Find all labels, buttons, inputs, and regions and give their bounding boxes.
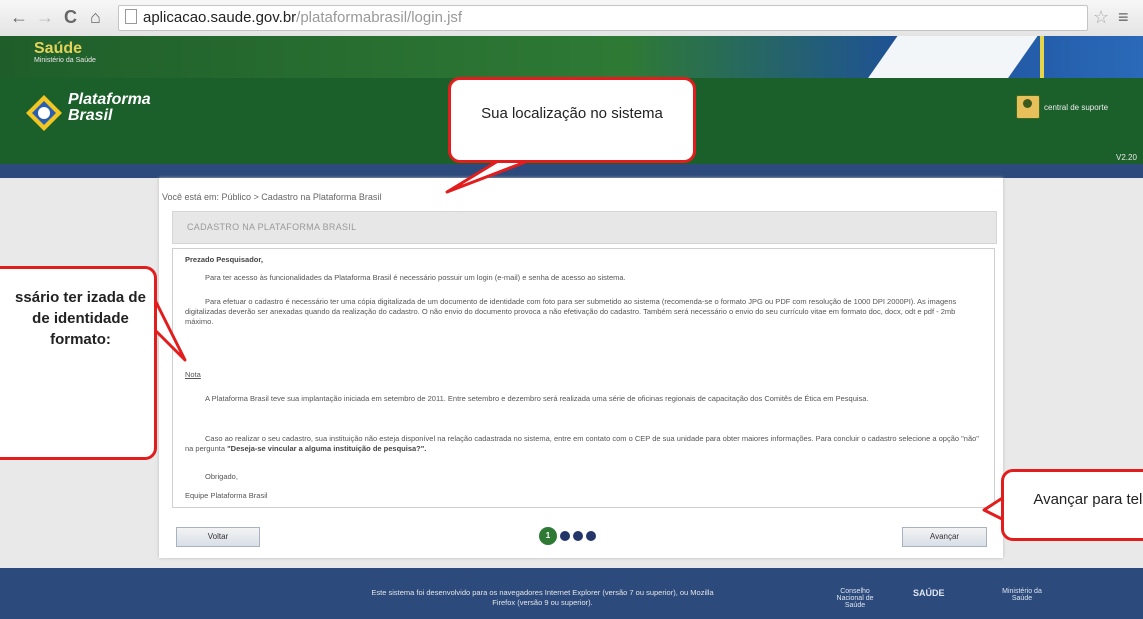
callout-tail-location <box>445 159 530 194</box>
callout-tail-document <box>153 298 187 362</box>
callout-document: ssário ter izada de de identidade format… <box>0 266 157 460</box>
callout-location: Sua localização no sistema <box>448 77 696 163</box>
callout-next: Avançar para tela <box>1001 469 1143 541</box>
